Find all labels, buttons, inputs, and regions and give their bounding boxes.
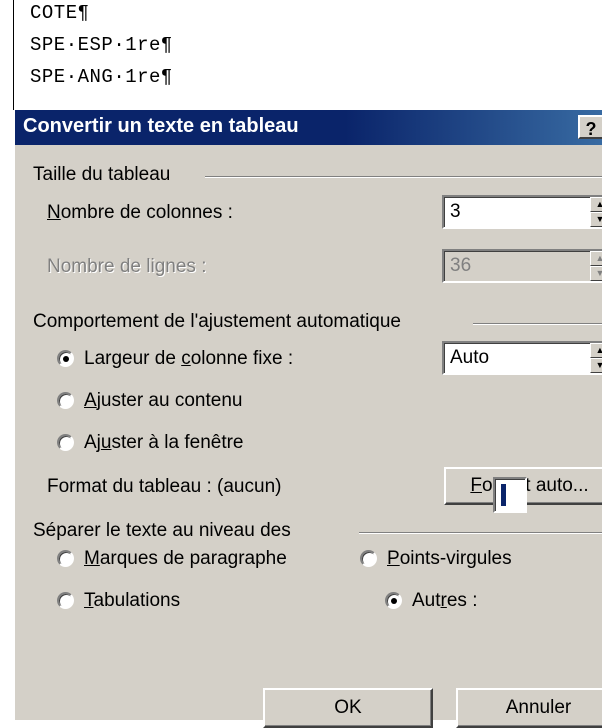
group-label-separator: Séparer le texte au niveau des	[33, 520, 291, 541]
ok-button[interactable]: OK	[263, 688, 433, 728]
spin-down-icon[interactable]: ▼	[590, 358, 602, 373]
fit-contents-radio[interactable]	[57, 392, 74, 409]
table-format-label: Format du tableau : (aucun)	[47, 476, 282, 497]
spin-down-icon[interactable]: ▼	[590, 212, 602, 227]
fit-contents-label[interactable]: Ajuster au contenu	[84, 390, 242, 412]
dialog-titlebar[interactable]: Convertir un texte en tableau ?	[15, 110, 602, 145]
text-cursor	[501, 484, 506, 506]
group-divider	[359, 532, 602, 534]
fit-window-radio[interactable]	[57, 434, 74, 451]
convert-text-to-table-dialog: Convertir un texte en tableau ? Taille d…	[13, 110, 602, 728]
other-radio[interactable]	[385, 592, 402, 609]
doc-line-1: COTE¶	[30, 2, 90, 24]
fit-window-label[interactable]: Ajuster à la fenêtre	[84, 432, 244, 454]
other-label[interactable]: Autres :	[412, 590, 477, 612]
group-label-table-size: Taille du tableau	[33, 164, 171, 185]
dialog-title: Convertir un texte en tableau	[23, 115, 299, 137]
group-divider	[473, 323, 602, 325]
doc-line-2: SPE·ESP·1re¶	[30, 34, 173, 56]
semicolons-radio[interactable]	[360, 550, 377, 567]
cancel-button[interactable]: Annuler	[456, 688, 602, 728]
help-button[interactable]: ?	[578, 115, 602, 139]
spin-up-icon[interactable]: ▲	[590, 197, 602, 212]
group-label-autofit: Comportement de l'ajustement automatique	[33, 311, 401, 332]
paragraph-marks-label[interactable]: Marques de paragraphe	[84, 548, 287, 570]
semicolons-label[interactable]: Points-virgules	[387, 548, 512, 570]
fixed-width-radio[interactable]	[57, 350, 74, 367]
rows-input: 36	[442, 249, 602, 283]
paragraph-marks-radio[interactable]	[57, 550, 74, 567]
group-divider	[205, 176, 602, 178]
doc-line-3: SPE·ANG·1re¶	[30, 66, 173, 88]
columns-input[interactable]: 3	[442, 195, 602, 229]
fixed-width-label[interactable]: Largeur de colonne fixe :	[84, 348, 293, 370]
fixed-width-input[interactable]: Auto	[442, 341, 602, 375]
tabs-label[interactable]: Tabulations	[84, 590, 180, 612]
other-separator-input[interactable]	[493, 477, 527, 513]
rows-label: Nombre de lignes :	[47, 256, 207, 277]
document-area: COTE¶ SPE·ESP·1re¶ SPE·ANG·1re¶	[0, 0, 602, 112]
columns-spinner[interactable]: ▲ ▼	[590, 197, 602, 227]
rows-spinner: ▲ ▼	[590, 251, 602, 281]
spin-up-icon[interactable]: ▲	[590, 343, 602, 358]
tabs-radio[interactable]	[57, 592, 74, 609]
spin-down-icon: ▼	[590, 266, 602, 281]
fixed-width-spinner[interactable]: ▲ ▼	[590, 343, 602, 373]
text-boundary-line	[13, 0, 14, 112]
columns-label: Nombre de colonnes :	[47, 202, 233, 223]
spin-up-icon: ▲	[590, 251, 602, 266]
